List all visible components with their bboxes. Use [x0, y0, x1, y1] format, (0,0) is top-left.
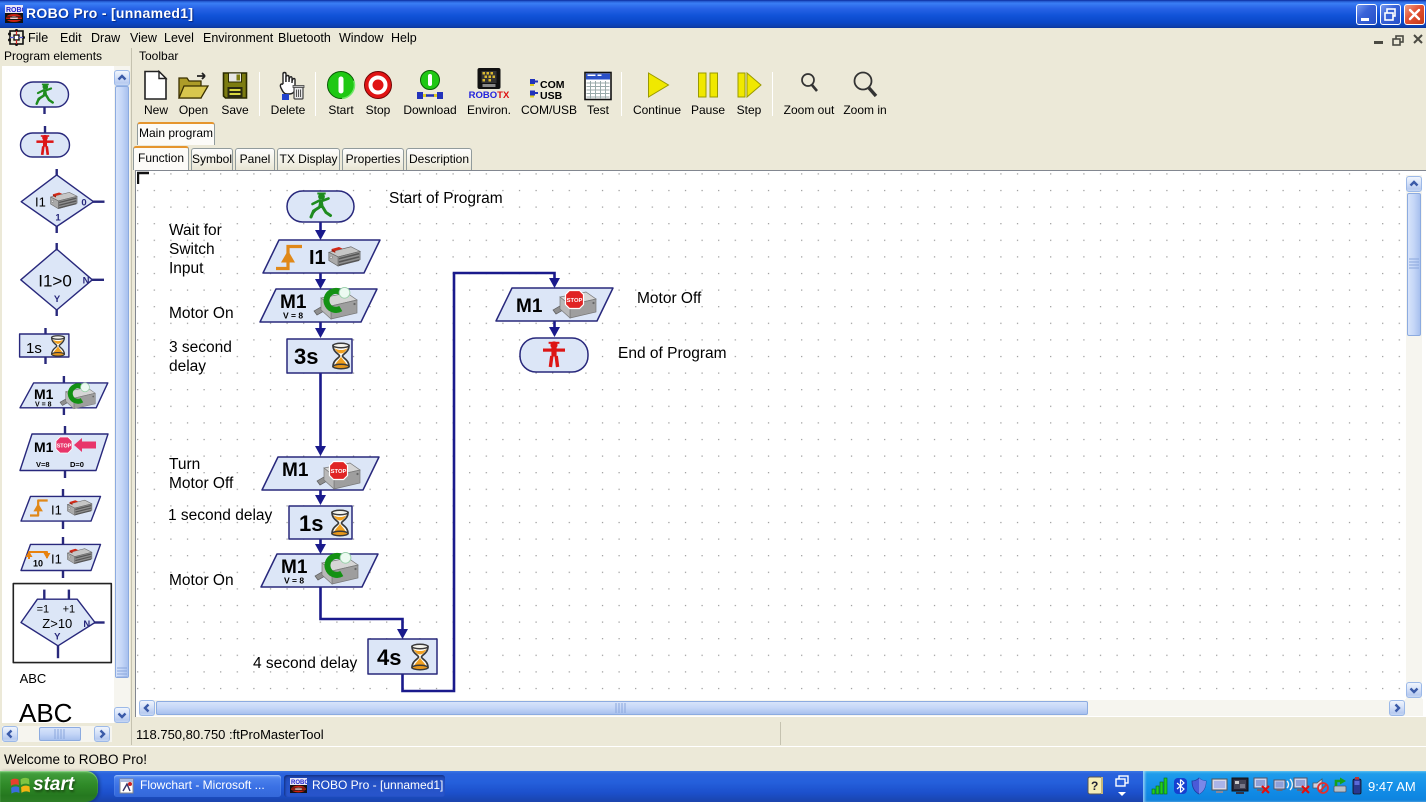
svg-text:M1: M1 [516, 296, 543, 317]
svg-text:N: N [83, 619, 90, 630]
svg-text:I1: I1 [35, 195, 46, 210]
svg-text:1 second delay: 1 second delay [168, 507, 273, 524]
svg-text:I1: I1 [309, 247, 326, 269]
svg-text:I1: I1 [51, 552, 62, 567]
svg-text:Start of Program: Start of Program [389, 190, 503, 207]
svg-text:=1: =1 [37, 604, 50, 616]
svg-text:D=0: D=0 [70, 460, 84, 469]
svg-text:USB: USB [540, 90, 563, 101]
svg-text:3 second: 3 second [169, 339, 232, 356]
svg-text:V = 8: V = 8 [284, 576, 304, 586]
svg-text:Motor Off: Motor Off [637, 290, 702, 307]
svg-text:Input: Input [169, 260, 204, 277]
svg-text:End of Program: End of Program [618, 345, 727, 362]
svg-text:10: 10 [33, 559, 43, 569]
svg-text:I1: I1 [51, 503, 62, 518]
svg-text:M1: M1 [282, 460, 309, 481]
svg-text:4s: 4s [377, 645, 401, 670]
svg-text:Y: Y [54, 632, 61, 643]
svg-text:ABC: ABC [19, 698, 72, 723]
svg-text:1: 1 [55, 213, 61, 224]
svg-text:1s: 1s [26, 340, 42, 357]
svg-text:M1: M1 [34, 386, 54, 402]
svg-text:delay: delay [169, 358, 206, 375]
svg-text:4 second delay: 4 second delay [253, 655, 358, 672]
svg-text:0: 0 [81, 198, 86, 209]
svg-text:Motor On: Motor On [169, 572, 234, 589]
svg-text:M1: M1 [34, 439, 54, 455]
svg-text:V = 8: V = 8 [35, 402, 52, 409]
svg-text:ABC: ABC [20, 671, 47, 686]
svg-text:Motor Off: Motor Off [169, 475, 234, 492]
svg-text:ROBO: ROBO [6, 7, 23, 14]
svg-text:?: ? [1091, 779, 1098, 793]
svg-text:Switch: Switch [169, 241, 215, 258]
svg-text:Motor On: Motor On [169, 305, 234, 322]
svg-text:Wait for: Wait for [169, 222, 222, 239]
svg-text:Z>10: Z>10 [42, 616, 72, 631]
svg-text:N: N [83, 276, 90, 287]
svg-text:I1>0: I1>0 [38, 272, 72, 291]
svg-text:3s: 3s [294, 344, 318, 369]
svg-text:Y: Y [54, 294, 61, 305]
svg-text:1s: 1s [299, 511, 323, 536]
svg-text:V=8: V=8 [36, 460, 50, 469]
svg-text:Turn: Turn [169, 456, 200, 473]
svg-text:V = 8: V = 8 [283, 311, 303, 321]
svg-text:+1: +1 [63, 604, 76, 616]
